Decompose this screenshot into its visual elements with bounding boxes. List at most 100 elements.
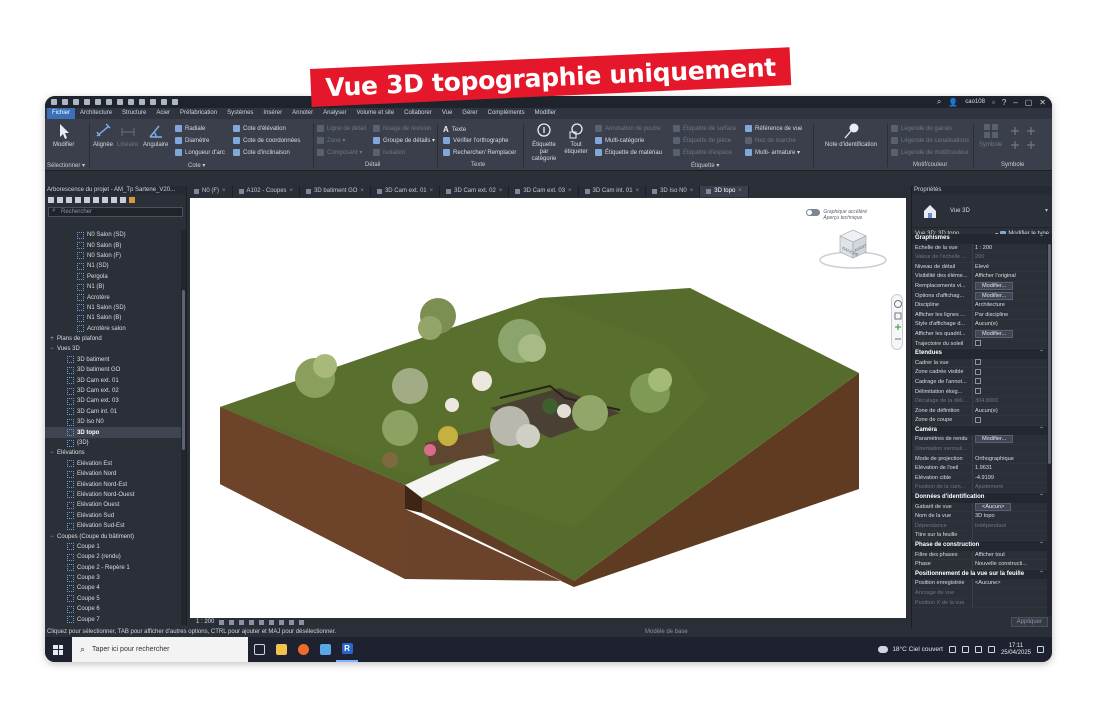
property-value[interactable]: Par discipline [972,310,1047,320]
close-tab-icon[interactable]: × [290,186,294,197]
3d-viewport[interactable]: Graphique accéléré Aperçu technique GAUC… [190,198,906,618]
property-checkbox[interactable] [975,416,981,423]
tree-view-item[interactable]: 3D Cam ext. 01 [45,375,181,385]
close-tab-icon[interactable]: × [222,186,226,197]
close-icon[interactable]: ✕ [1039,98,1046,107]
view-tab[interactable]: 3D batiment GO × [300,186,371,197]
reveal-hidden-icon[interactable] [299,619,305,625]
tree-folder[interactable]: + Plans de plafond [45,334,181,344]
view-reference-button[interactable]: Référence de vue [745,125,802,132]
open-icon[interactable] [62,99,68,105]
weather-widget[interactable]: 18°C Ciel couvert [878,646,943,653]
chevron-down-icon[interactable]: ▾ [1045,207,1048,214]
volume-icon[interactable] [974,646,982,653]
property-checkbox[interactable] [975,368,981,375]
close-tab-icon[interactable]: × [738,186,742,197]
tab-systemes[interactable]: Systèmes [222,108,258,119]
close-tab-icon[interactable]: × [690,186,694,197]
viewcube[interactable]: GAUCHE AVANT [818,222,892,270]
type-selector[interactable]: Vue 3D ▾ [912,195,1052,228]
scrollbar-thumb[interactable] [182,290,185,450]
expand-icon[interactable]: + [49,336,55,342]
properties-section-header[interactable]: Etendues [912,349,1047,359]
tree-view-item[interactable]: 3D topo [45,427,181,438]
browser-tool-icon[interactable] [75,197,81,203]
minimize-icon[interactable]: – [1013,98,1017,107]
pipe-legend-button[interactable]: Légende de canalisations [891,137,969,144]
tree-folder[interactable]: − Elévations [45,448,181,458]
print-icon[interactable] [117,99,123,105]
tree-view-item[interactable]: 3D Cam int. 01 [45,407,181,417]
view-tab[interactable]: 3D Cam ext. 02 × [440,186,510,197]
view-scale[interactable]: 1 : 200 [196,619,214,625]
tree-view-item[interactable]: Elévation Nord-Est [45,479,181,489]
properties-section-header[interactable]: Phase de construction [912,541,1047,551]
spot-coordinate-button[interactable]: Cote de coordonnées [233,137,300,144]
view-tab[interactable]: A102 - Coupes × [233,186,301,197]
file-explorer-icon[interactable] [270,637,292,662]
symbol-button[interactable]: Symbole [979,122,1002,149]
text-icon[interactable] [139,99,145,105]
keynote-button[interactable]: Note d'identification [819,122,883,149]
material-tag-button[interactable]: Étiquette de matériau [595,149,662,156]
tree-view-item[interactable]: N0 Salon (SD) [45,230,181,240]
tree-view-item[interactable]: N1 Salon (B) [45,313,181,323]
view-tab[interactable]: N0 (F) × [188,186,233,197]
render-icon[interactable] [259,619,265,625]
edit-property-button[interactable]: Modifier... [975,435,1014,444]
tree-view-item[interactable]: Elévation Nord-Ouest [45,490,181,500]
edit-property-button[interactable]: Modifier... [975,291,1014,300]
firefox-icon[interactable] [292,637,314,662]
property-value[interactable]: 1 : 200 [972,243,1047,253]
linear-dimension-button[interactable]: Linéaire [117,122,138,149]
tree-view-item[interactable]: Elévation Sud [45,511,181,521]
property-checkbox[interactable] [975,340,981,347]
tab-vue[interactable]: Vue [437,108,457,119]
component-button[interactable]: Composant ▾ [317,149,362,156]
property-value[interactable]: Aucun(e) [972,406,1047,416]
property-value[interactable]: Architecture [972,301,1047,310]
tree-view-item[interactable]: 3D Cam ext. 03 [45,396,181,406]
edit-property-button[interactable]: <Aucun> [975,502,1012,511]
shadows-icon[interactable] [249,619,255,625]
space-tag-button[interactable]: Étiquette d'espace [673,149,732,156]
notifications-icon[interactable] [1037,646,1044,653]
tree-folder[interactable]: − Coupes (Coupe du bâtiment) [45,531,181,541]
insulation-button[interactable]: Isolation [373,149,405,156]
properties-section-header[interactable]: Caméra [912,425,1047,436]
thin-lines-icon[interactable] [172,99,178,105]
tree-folder[interactable]: − Vues 3D [45,344,181,354]
property-checkbox[interactable] [975,388,981,395]
view-tab[interactable]: 3D topo × [700,186,749,197]
edit-property-button[interactable]: Modifier... [975,329,1014,338]
tab-collaborer[interactable]: Collaborer [399,108,437,119]
close-tab-icon[interactable]: × [430,186,434,197]
language-icon[interactable] [987,646,995,653]
detail-level-icon[interactable] [219,619,225,625]
search-icon[interactable]: ⌕ [937,97,941,107]
close-tab-icon[interactable]: × [499,186,503,197]
property-value[interactable]: Elevé [972,262,1047,272]
close-tab-icon[interactable]: × [636,186,640,197]
tree-view-item[interactable]: {3D} [45,438,181,448]
tree-view-item[interactable]: Pergola [45,272,181,282]
tab-prefabrication[interactable]: Préfabrication [175,108,222,119]
browser-tool-icon[interactable] [102,197,108,203]
property-value[interactable]: Nouvelle constructi... [972,560,1047,569]
expand-icon[interactable]: − [49,346,55,352]
section-icon[interactable] [161,99,167,105]
properties-section-header[interactable]: Données d'identification [912,493,1047,503]
tab-modifier[interactable]: Modifier [530,108,561,119]
tab-architecture[interactable]: Architecture [75,108,117,119]
browser-tool-icon[interactable] [57,197,63,203]
app-menu-icon[interactable] [51,99,57,105]
close-tab-icon[interactable]: × [568,186,572,197]
sync-icon[interactable] [84,99,90,105]
tag-by-category-button[interactable]: Étiquette par catégorie [527,122,561,163]
diameter-dimension-button[interactable]: Diamètre [175,137,209,144]
tab-volume-site[interactable]: Volume et site [351,108,399,119]
text-button[interactable]: A Texte [443,125,466,134]
accelerated-graphics-toggle[interactable]: Graphique accéléré Aperçu technique [806,209,867,221]
detail-group-button[interactable]: Groupe de détails ▾ [373,137,435,144]
property-value[interactable]: 3D topo [972,512,1047,521]
